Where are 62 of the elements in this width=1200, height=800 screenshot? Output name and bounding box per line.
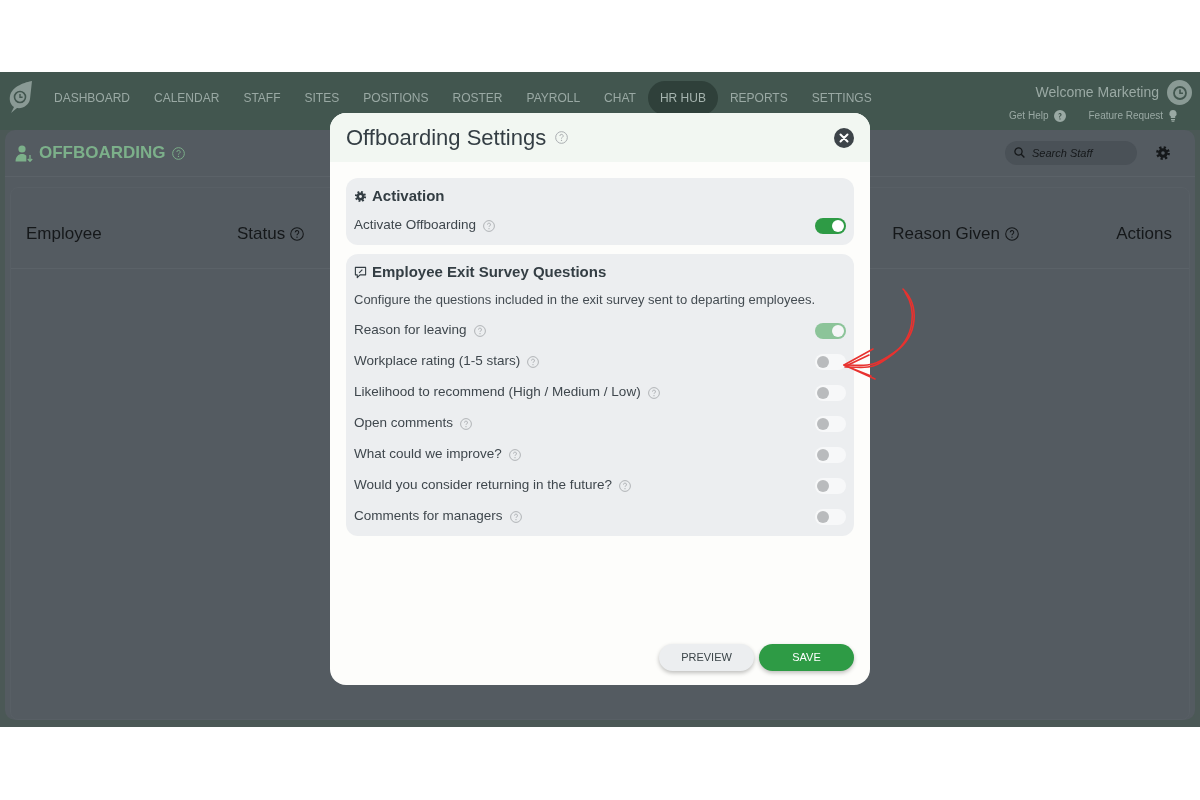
help-icon <box>509 510 522 523</box>
toggle-switch[interactable] <box>815 217 846 234</box>
nav-tab[interactable]: REPORTS <box>717 81 800 115</box>
dialog-title: Offboarding Settings <box>346 124 547 152</box>
nav-tab[interactable]: CHAT <box>592 81 648 115</box>
column-header: Reason Given <box>892 223 1000 246</box>
save-button[interactable]: SAVE <box>759 644 854 671</box>
nav-tab[interactable]: SITES <box>292 81 352 115</box>
nav-tab[interactable]: PAYROLL <box>514 81 593 115</box>
help-icon <box>527 355 540 368</box>
setting-label: Reason for leaving <box>354 321 467 340</box>
help-icon <box>460 417 473 430</box>
setting-label: Would you consider returning in the future? <box>354 476 612 495</box>
search-field[interactable]: Search Staff <box>1005 141 1137 165</box>
help-icon <box>473 324 486 337</box>
person-down-icon <box>15 144 33 162</box>
chat-edit-icon <box>354 265 367 279</box>
preview-button[interactable]: PREVIEW <box>659 644 754 671</box>
section-description: Configure the questions included in the exit survey sent to departing employees. <box>354 290 817 309</box>
help-icon <box>508 448 521 461</box>
setting-label: What could we improve? <box>354 445 502 464</box>
lightbulb-icon[interactable] <box>1168 109 1178 122</box>
nav-tab[interactable]: ROSTER <box>440 81 515 115</box>
toggle-switch[interactable] <box>815 384 846 401</box>
setting-label: Workplace rating (1-5 stars) <box>354 352 521 371</box>
column-header: Employee <box>26 223 102 246</box>
nav-tab[interactable]: CALENDAR <box>142 81 232 115</box>
search-icon <box>1014 147 1025 158</box>
toggle-switch[interactable] <box>815 446 846 463</box>
column-header: Status <box>237 223 286 246</box>
header-link[interactable]: Feature Request <box>1088 108 1163 123</box>
setting-label: Likelihood to recommend (High / Medium / Low) <box>354 383 641 402</box>
nav-tab[interactable]: SETTINGS <box>799 81 884 115</box>
help-icon <box>555 131 569 144</box>
nav-tab[interactable]: HR HUB <box>647 81 718 115</box>
avatar-icon[interactable] <box>1167 80 1192 105</box>
help-icon <box>647 386 660 399</box>
close-icon <box>834 127 854 148</box>
page-title: OFFBOARDING <box>39 142 166 165</box>
app-logo-icon[interactable] <box>8 80 34 114</box>
setting-label: Open comments <box>354 414 454 433</box>
column-header: Actions <box>1116 223 1172 246</box>
toggle-switch[interactable] <box>815 415 846 432</box>
nav-tab[interactable]: POSITIONS <box>351 81 441 115</box>
toggle-switch[interactable] <box>815 353 846 370</box>
help-icon[interactable] <box>1053 109 1066 122</box>
help-icon <box>618 479 631 492</box>
nav-tab[interactable]: DASHBOARD <box>42 81 142 115</box>
close-button[interactable] <box>834 127 854 148</box>
section-title: Employee Exit Survey Questions <box>372 261 607 282</box>
settings-icon[interactable] <box>1155 145 1171 161</box>
gear-icon <box>354 189 367 203</box>
setting-label: Activate Offboarding <box>354 216 477 235</box>
toggle-switch[interactable] <box>815 477 846 494</box>
header-link[interactable]: Get Help <box>1009 108 1049 123</box>
nav-tab[interactable]: STAFF <box>231 81 293 115</box>
welcome-text: Welcome Marketing <box>1035 83 1159 102</box>
help-icon <box>483 219 496 232</box>
help-icon <box>171 146 185 160</box>
setting-label: Comments for managers <box>354 507 503 526</box>
toggle-switch[interactable] <box>815 508 846 525</box>
section-title: Activation <box>372 185 445 206</box>
